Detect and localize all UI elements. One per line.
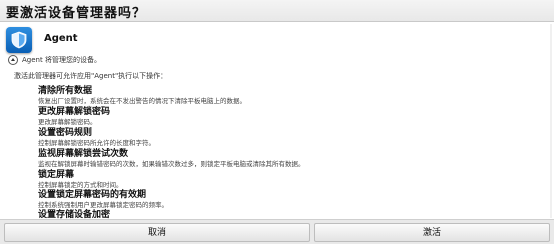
dialog-title: 要激活设备管理器吗？ xyxy=(6,6,147,21)
activate-button[interactable]: 激活 xyxy=(314,223,550,242)
permission-desc: 监视在解锁屏幕时输错密码的次数，如果输错次数过多，则锁定平板电脑或清除其所有数据… xyxy=(38,160,305,168)
cancel-button[interactable]: 取消 xyxy=(4,223,310,242)
shield-icon xyxy=(6,27,32,53)
manage-note: Agent 将管理您的设备。 xyxy=(22,56,101,64)
dialog-title-bar: 要激活设备管理器吗？ xyxy=(0,0,554,22)
app-name: Agent xyxy=(44,33,78,44)
scrollbar[interactable] xyxy=(550,24,552,218)
button-bar: 取消 激活 xyxy=(0,219,554,244)
intro-text: 激活此管理器可允许应用"Agent"执行以下操作： xyxy=(14,72,168,80)
chevron-up-icon[interactable] xyxy=(8,55,18,65)
